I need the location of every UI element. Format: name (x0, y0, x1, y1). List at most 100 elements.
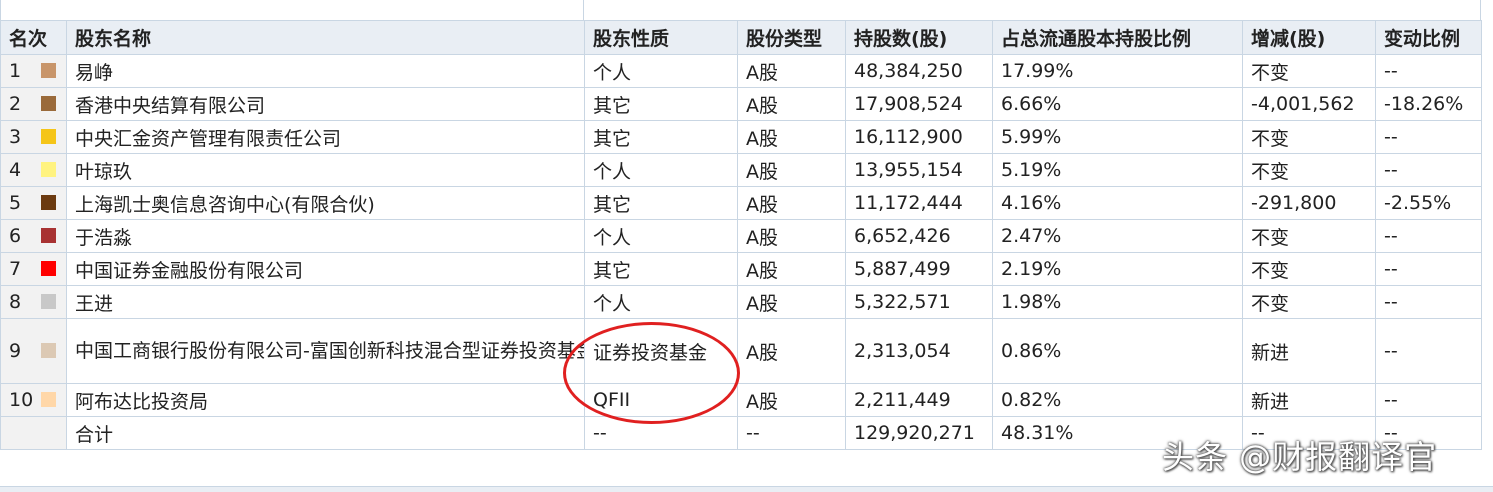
header-change-ratio[interactable]: 变动比例 (1375, 20, 1482, 55)
rank-number: 7 (9, 258, 22, 280)
share-type: A股 (737, 318, 846, 384)
change: 不变 (1242, 54, 1376, 88)
shares: 5,322,571 (845, 285, 993, 319)
header-change[interactable]: 增减(股) (1242, 20, 1376, 55)
change-ratio: -18.26% (1375, 87, 1482, 121)
ratio: 0.82% (992, 383, 1243, 417)
holder-name: 中央汇金资产管理有限责任公司 (66, 120, 585, 154)
rank-cell: 1 (0, 54, 67, 88)
share-type: A股 (737, 383, 846, 417)
holder-nature: 其它 (584, 252, 738, 286)
share-type: A股 (737, 120, 846, 154)
holder-name: 于浩淼 (66, 219, 585, 253)
holder-name: 中国证券金融股份有限公司 (66, 252, 585, 286)
ratio: 5.19% (992, 153, 1243, 187)
legend-swatch (41, 129, 56, 144)
table-row: 1 易峥 个人 A股 48,384,250 17.99% 不变 -- (0, 54, 1482, 88)
legend-swatch (41, 261, 56, 276)
shareholders-table: 名次 股东名称 股东性质 股份类型 持股数(股) 占总流通股本持股比例 增减(股… (0, 20, 1482, 450)
change: 不变 (1242, 252, 1376, 286)
change: -291,800 (1242, 186, 1376, 220)
rank-number: 9 (9, 340, 22, 362)
shares: 48,384,250 (845, 54, 993, 88)
change-ratio: -- (1375, 318, 1482, 384)
holder-nature: 其它 (584, 120, 738, 154)
legend-swatch (41, 392, 56, 407)
legend-swatch (41, 63, 56, 78)
change: 不变 (1242, 219, 1376, 253)
header-share-type[interactable]: 股份类型 (737, 20, 846, 55)
bottom-border (0, 486, 1493, 492)
table-row: 4 叶琼玖 个人 A股 13,955,154 5.19% 不变 -- (0, 153, 1482, 187)
top-strip (0, 0, 1493, 20)
change: 新进 (1242, 318, 1376, 384)
rank-number: 6 (9, 225, 22, 247)
ratio: 1.98% (992, 285, 1243, 319)
holder-name: 易峥 (66, 54, 585, 88)
rank-cell: 10 (0, 383, 67, 417)
holder-name: 香港中央结算有限公司 (66, 87, 585, 121)
legend-swatch (41, 294, 56, 309)
change-ratio: -- (1375, 252, 1482, 286)
share-type: A股 (737, 219, 846, 253)
legend-swatch (41, 228, 56, 243)
rank-cell: 3 (0, 120, 67, 154)
holder-nature: 其它 (584, 87, 738, 121)
rank-cell: 9 (0, 318, 67, 384)
rank-number: 10 (9, 389, 34, 411)
holder-name: 叶琼玖 (66, 153, 585, 187)
legend-swatch (41, 195, 56, 210)
change-ratio: -- (1375, 153, 1482, 187)
shares: 13,955,154 (845, 153, 993, 187)
table-row: 6 于浩淼 个人 A股 6,652,426 2.47% 不变 -- (0, 219, 1482, 253)
header-ratio[interactable]: 占总流通股本持股比例 (992, 20, 1243, 55)
rank-number: 4 (9, 159, 22, 181)
ratio: 5.99% (992, 120, 1243, 154)
rank-cell (0, 416, 67, 450)
header-holder-name[interactable]: 股东名称 (66, 20, 585, 55)
table-row: 8 王进 个人 A股 5,322,571 1.98% 不变 -- (0, 285, 1482, 319)
ratio: 2.47% (992, 219, 1243, 253)
holder-name: 中国工商银行股份有限公司-富国创新科技混合型证券投资基金 (66, 318, 585, 384)
rank-cell: 8 (0, 285, 67, 319)
shares: 2,211,449 (845, 383, 993, 417)
share-type: A股 (737, 186, 846, 220)
table-row: 5 上海凯士奥信息咨询中心(有限合伙) 其它 A股 11,172,444 4.1… (0, 186, 1482, 220)
change: -4,001,562 (1242, 87, 1376, 121)
shares: 5,887,499 (845, 252, 993, 286)
rank-number: 3 (9, 126, 22, 148)
share-type: A股 (737, 153, 846, 187)
shares: 17,908,524 (845, 87, 993, 121)
legend-swatch (41, 162, 56, 177)
table-row: 3 中央汇金资产管理有限责任公司 其它 A股 16,112,900 5.99% … (0, 120, 1482, 154)
shares: 16,112,900 (845, 120, 993, 154)
table-row: 9 中国工商银行股份有限公司-富国创新科技混合型证券投资基金 证券投资基金 A股… (0, 318, 1482, 384)
ratio: 0.86% (992, 318, 1243, 384)
header-rank[interactable]: 名次 (0, 20, 67, 55)
change: 不变 (1242, 285, 1376, 319)
share-type: A股 (737, 285, 846, 319)
holder-name: 阿布达比投资局 (66, 383, 585, 417)
holder-nature: 个人 (584, 285, 738, 319)
share-type: A股 (737, 54, 846, 88)
holder-nature: 个人 (584, 54, 738, 88)
holder-nature: 证券投资基金 (584, 318, 738, 384)
header-shares[interactable]: 持股数(股) (845, 20, 993, 55)
change-ratio: -- (1375, 54, 1482, 88)
rank-number: 8 (9, 291, 22, 313)
share-type: A股 (737, 87, 846, 121)
divider (1480, 0, 1481, 20)
ratio: 6.66% (992, 87, 1243, 121)
rank-number: 2 (9, 93, 22, 115)
holder-nature: 其它 (584, 186, 738, 220)
legend-swatch (41, 96, 56, 111)
holder-name: 上海凯士奥信息咨询中心(有限合伙) (66, 186, 585, 220)
shares: 11,172,444 (845, 186, 993, 220)
total-shares: 129,920,271 (845, 416, 993, 450)
change-ratio: -- (1375, 383, 1482, 417)
holder-nature: QFII (584, 383, 738, 417)
rank-cell: 5 (0, 186, 67, 220)
ratio: 4.16% (992, 186, 1243, 220)
change-ratio: -2.55% (1375, 186, 1482, 220)
header-holder-nature[interactable]: 股东性质 (584, 20, 738, 55)
